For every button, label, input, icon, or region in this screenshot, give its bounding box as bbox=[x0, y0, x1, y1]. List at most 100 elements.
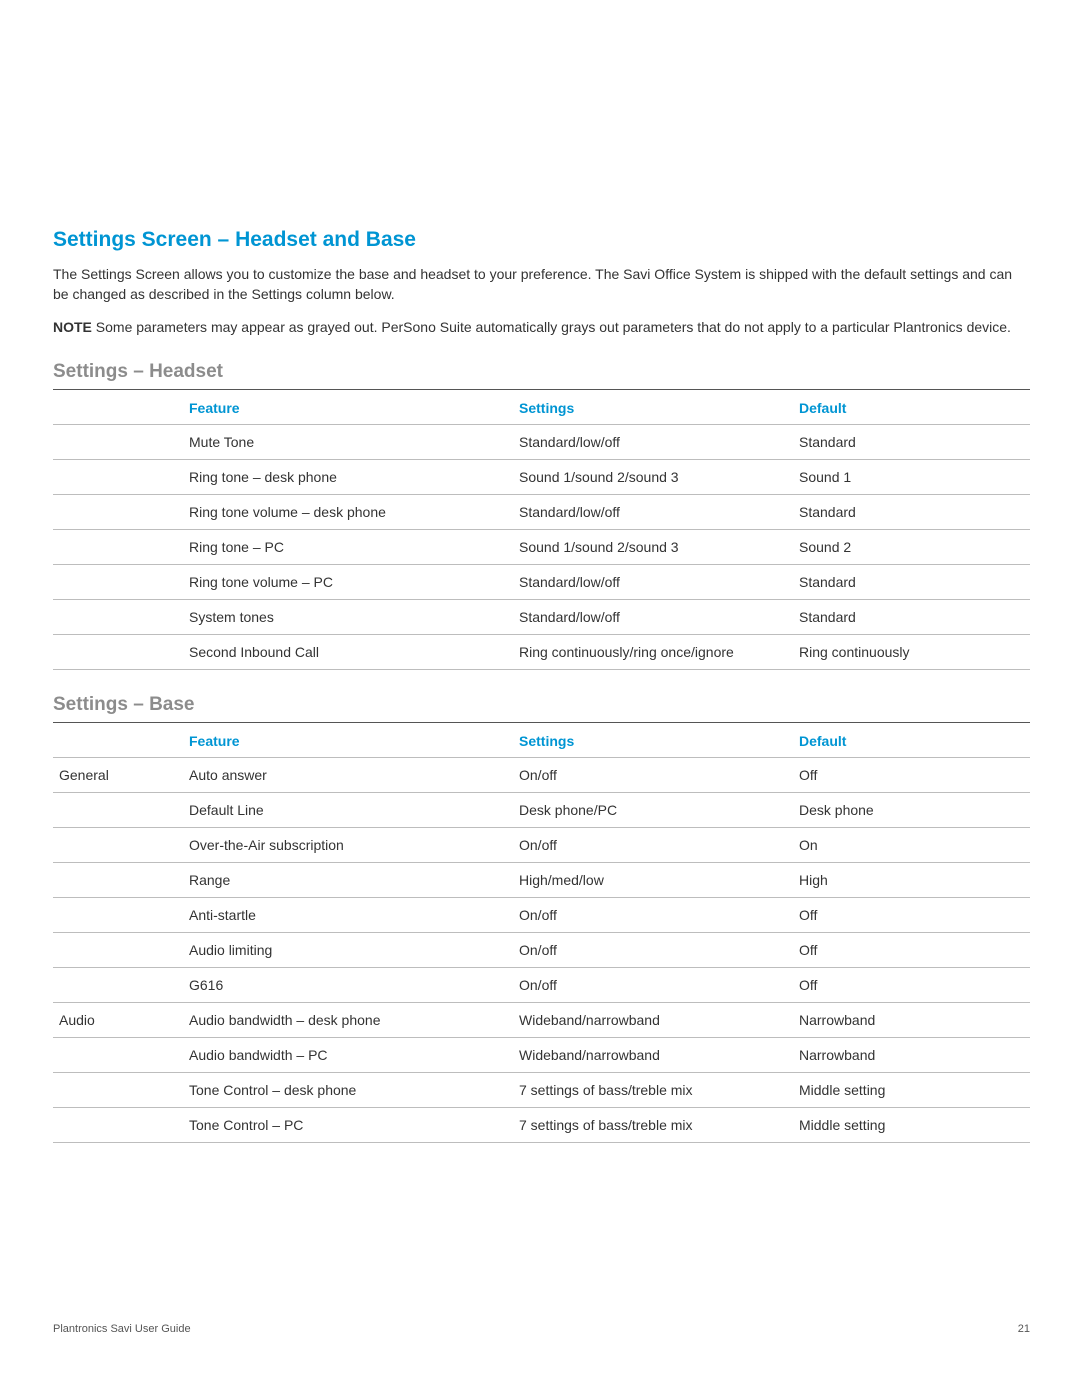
cell-category bbox=[53, 862, 183, 897]
intro-paragraph: The Settings Screen allows you to custom… bbox=[53, 264, 1030, 305]
footer-left: Plantronics Savi User Guide bbox=[53, 1323, 191, 1335]
cell-feature: System tones bbox=[183, 599, 513, 634]
cell-settings: High/med/low bbox=[513, 862, 793, 897]
cell-settings: 7 settings of bass/treble mix bbox=[513, 1072, 793, 1107]
cell-settings: On/off bbox=[513, 757, 793, 792]
note-text: Some parameters may appear as grayed out… bbox=[92, 319, 1011, 335]
cell-default: Off bbox=[793, 757, 1030, 792]
cell-category bbox=[53, 1037, 183, 1072]
table-row: System tonesStandard/low/offStandard bbox=[53, 599, 1030, 634]
cell-settings: Sound 1/sound 2/sound 3 bbox=[513, 459, 793, 494]
cell-default: Middle setting bbox=[793, 1107, 1030, 1142]
cell-feature: Range bbox=[183, 862, 513, 897]
table-row: Default LineDesk phone/PCDesk phone bbox=[53, 792, 1030, 827]
table-row: GeneralAuto answerOn/offOff bbox=[53, 757, 1030, 792]
cell-settings: Desk phone/PC bbox=[513, 792, 793, 827]
cell-category bbox=[53, 1072, 183, 1107]
cell-default: Middle setting bbox=[793, 1072, 1030, 1107]
cell-feature: Default Line bbox=[183, 792, 513, 827]
col-default: Default bbox=[793, 723, 1030, 758]
cell-default: On bbox=[793, 827, 1030, 862]
cell-settings: Standard/low/off bbox=[513, 494, 793, 529]
base-section-heading: Settings – Base bbox=[53, 694, 1030, 723]
cell-category: Audio bbox=[53, 1002, 183, 1037]
cell-default: Standard bbox=[793, 494, 1030, 529]
table-row: RangeHigh/med/lowHigh bbox=[53, 862, 1030, 897]
cell-settings: Wideband/narrowband bbox=[513, 1002, 793, 1037]
cell-feature: Audio limiting bbox=[183, 932, 513, 967]
cell-default: High bbox=[793, 862, 1030, 897]
table-row: Tone Control – PC7 settings of bass/treb… bbox=[53, 1107, 1030, 1142]
cell-default: Narrowband bbox=[793, 1037, 1030, 1072]
cell-feature: Tone Control – PC bbox=[183, 1107, 513, 1142]
cell-feature: G616 bbox=[183, 967, 513, 1002]
col-feature: Feature bbox=[183, 723, 513, 758]
table-row: Ring tone volume – desk phoneStandard/lo… bbox=[53, 494, 1030, 529]
col-feature: Feature bbox=[183, 390, 513, 425]
cell-category: General bbox=[53, 757, 183, 792]
cell-category bbox=[53, 932, 183, 967]
cell-settings: 7 settings of bass/treble mix bbox=[513, 1107, 793, 1142]
cell-default: Off bbox=[793, 967, 1030, 1002]
table-header-row: Feature Settings Default bbox=[53, 723, 1030, 758]
cell-category bbox=[53, 967, 183, 1002]
cell-feature: Anti-startle bbox=[183, 897, 513, 932]
cell-default: Sound 2 bbox=[793, 529, 1030, 564]
cell-settings: On/off bbox=[513, 827, 793, 862]
table-row: Ring tone volume – PCStandard/low/offSta… bbox=[53, 564, 1030, 599]
cell-settings: On/off bbox=[513, 932, 793, 967]
page-title: Settings Screen – Headset and Base bbox=[53, 228, 1030, 252]
cell-default: Desk phone bbox=[793, 792, 1030, 827]
cell-default: Sound 1 bbox=[793, 459, 1030, 494]
cell-default: Ring continuously bbox=[793, 634, 1030, 669]
cell-feature: Second Inbound Call bbox=[183, 634, 513, 669]
base-settings-table: Feature Settings Default GeneralAuto ans… bbox=[53, 723, 1030, 1143]
cell-settings: On/off bbox=[513, 967, 793, 1002]
table-row: Anti-startleOn/offOff bbox=[53, 897, 1030, 932]
cell-default: Standard bbox=[793, 599, 1030, 634]
table-row: AudioAudio bandwidth – desk phoneWideban… bbox=[53, 1002, 1030, 1037]
cell-feature: Ring tone – PC bbox=[183, 529, 513, 564]
cell-default: Narrowband bbox=[793, 1002, 1030, 1037]
cell-category bbox=[53, 792, 183, 827]
table-row: Audio bandwidth – PCWideband/narrowbandN… bbox=[53, 1037, 1030, 1072]
page-footer: Plantronics Savi User Guide 21 bbox=[0, 1323, 1080, 1335]
table-row: Mute ToneStandard/low/offStandard bbox=[53, 424, 1030, 459]
cell-feature: Ring tone volume – PC bbox=[183, 564, 513, 599]
cell-feature: Audio bandwidth – desk phone bbox=[183, 1002, 513, 1037]
cell-feature: Audio bandwidth – PC bbox=[183, 1037, 513, 1072]
cell-feature: Ring tone – desk phone bbox=[183, 459, 513, 494]
cell-default: Off bbox=[793, 932, 1030, 967]
cell-default: Standard bbox=[793, 564, 1030, 599]
cell-category bbox=[53, 827, 183, 862]
cell-settings: Standard/low/off bbox=[513, 424, 793, 459]
table-row: Second Inbound CallRing continuously/rin… bbox=[53, 634, 1030, 669]
cell-settings: Ring continuously/ring once/ignore bbox=[513, 634, 793, 669]
table-row: Ring tone – desk phoneSound 1/sound 2/so… bbox=[53, 459, 1030, 494]
col-settings: Settings bbox=[513, 723, 793, 758]
table-row: Tone Control – desk phone7 settings of b… bbox=[53, 1072, 1030, 1107]
table-row: Over-the-Air subscriptionOn/offOn bbox=[53, 827, 1030, 862]
cell-settings: Wideband/narrowband bbox=[513, 1037, 793, 1072]
cell-settings: Standard/low/off bbox=[513, 564, 793, 599]
cell-default: Off bbox=[793, 897, 1030, 932]
cell-category bbox=[53, 897, 183, 932]
table-row: Ring tone – PCSound 1/sound 2/sound 3Sou… bbox=[53, 529, 1030, 564]
cell-feature: Over-the-Air subscription bbox=[183, 827, 513, 862]
cell-settings: Sound 1/sound 2/sound 3 bbox=[513, 529, 793, 564]
cell-default: Standard bbox=[793, 424, 1030, 459]
cell-feature: Auto answer bbox=[183, 757, 513, 792]
cell-feature: Mute Tone bbox=[183, 424, 513, 459]
table-header-row: Feature Settings Default bbox=[53, 390, 1030, 425]
note-label: NOTE bbox=[53, 319, 92, 335]
headset-settings-table: Feature Settings Default Mute ToneStanda… bbox=[53, 390, 1030, 670]
footer-page-number: 21 bbox=[1018, 1323, 1030, 1335]
cell-feature: Ring tone volume – desk phone bbox=[183, 494, 513, 529]
table-row: G616On/offOff bbox=[53, 967, 1030, 1002]
col-settings: Settings bbox=[513, 390, 793, 425]
cell-category bbox=[53, 1107, 183, 1142]
note-paragraph: NOTE Some parameters may appear as graye… bbox=[53, 317, 1030, 337]
cell-settings: Standard/low/off bbox=[513, 599, 793, 634]
table-row: Audio limitingOn/offOff bbox=[53, 932, 1030, 967]
cell-feature: Tone Control – desk phone bbox=[183, 1072, 513, 1107]
